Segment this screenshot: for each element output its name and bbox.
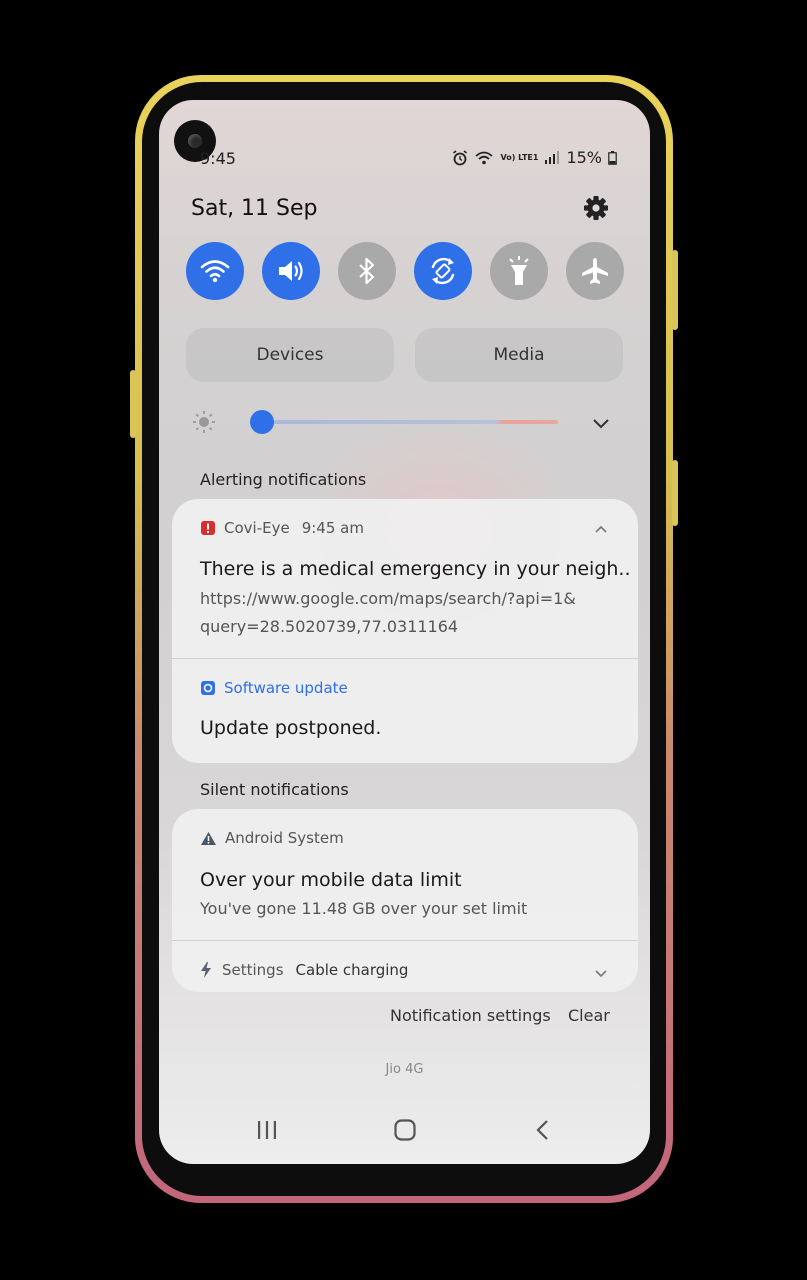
alerting-notifications-label: Alerting notifications bbox=[200, 470, 367, 489]
flashlight-toggle[interactable] bbox=[490, 242, 548, 300]
sound-toggle[interactable] bbox=[262, 242, 320, 300]
wifi-status-icon bbox=[475, 151, 494, 164]
home-icon[interactable] bbox=[393, 1118, 417, 1142]
flashlight-icon bbox=[509, 256, 529, 285]
wifi-icon bbox=[200, 260, 230, 283]
airplane-toggle[interactable] bbox=[566, 242, 624, 300]
battery-icon bbox=[608, 150, 617, 165]
date-label: Sat, 11 Sep bbox=[191, 196, 318, 221]
battery-percent: 15% bbox=[566, 148, 602, 167]
media-button[interactable]: Media bbox=[415, 328, 623, 382]
volume-button bbox=[130, 370, 136, 438]
brightness-sun-icon bbox=[193, 411, 215, 433]
android-system-app-name: Android System bbox=[225, 829, 344, 847]
signal-icon bbox=[545, 150, 560, 164]
power-button bbox=[672, 250, 678, 330]
settings-gear-icon[interactable] bbox=[582, 194, 610, 222]
android-system-body: You've gone 11.48 GB over your set limit bbox=[200, 899, 528, 918]
wifi-toggle[interactable] bbox=[186, 242, 244, 300]
devices-button[interactable]: Devices bbox=[186, 328, 394, 382]
android-system-title: Over your mobile data limit bbox=[200, 869, 462, 891]
auto-rotate-toggle[interactable] bbox=[414, 242, 472, 300]
settings-detail: Cable charging bbox=[295, 961, 409, 979]
covi-eye-title: There is a medical emergency in your nei… bbox=[200, 558, 631, 580]
silent-notifications-card: Android System Over your mobile data lim… bbox=[172, 809, 638, 992]
carrier-label: Jio 4G bbox=[385, 1062, 424, 1077]
collapse-chevron-icon[interactable] bbox=[594, 523, 608, 537]
status-time: 9:45 bbox=[200, 149, 236, 168]
android-system-notification[interactable]: Android System Over your mobile data lim… bbox=[172, 809, 638, 940]
covi-eye-body-line1: https://www.google.com/maps/search/?api=… bbox=[200, 589, 576, 608]
covi-eye-body-line2: query=28.5020739,77.0311164 bbox=[200, 617, 459, 636]
volume-icon bbox=[279, 261, 303, 281]
navigation-bar bbox=[159, 1110, 650, 1150]
software-update-icon bbox=[201, 681, 215, 695]
charging-bolt-icon bbox=[201, 962, 211, 978]
quick-settings-row bbox=[186, 242, 624, 300]
back-icon[interactable] bbox=[534, 1119, 554, 1141]
bluetooth-toggle[interactable] bbox=[338, 242, 396, 300]
rotate-icon bbox=[431, 257, 455, 285]
brightness-slider-thumb[interactable] bbox=[250, 410, 275, 434]
alarm-icon bbox=[453, 149, 468, 165]
bluetooth-icon bbox=[359, 257, 375, 285]
expand-chevron-icon[interactable] bbox=[594, 966, 608, 980]
clear-button[interactable]: Clear bbox=[568, 1006, 610, 1025]
covi-eye-time: 9:45 am bbox=[301, 519, 364, 537]
airplane-icon bbox=[582, 258, 608, 284]
covi-eye-app-name: Covi-Eye bbox=[224, 519, 290, 537]
volte-label: Vo) LTE1 bbox=[500, 152, 539, 162]
alert-icon bbox=[201, 521, 215, 535]
software-update-app-name: Software update bbox=[224, 679, 348, 697]
settings-notification[interactable]: Settings Cable charging bbox=[172, 941, 638, 992]
recent-apps-icon[interactable] bbox=[256, 1119, 278, 1141]
expand-brightness-chevron-icon[interactable] bbox=[592, 414, 610, 432]
brightness-slider-track[interactable] bbox=[250, 420, 558, 424]
settings-app-name: Settings bbox=[222, 961, 284, 979]
brightness-row bbox=[192, 406, 622, 440]
silent-notifications-label: Silent notifications bbox=[200, 780, 349, 799]
software-update-title: Update postponed. bbox=[200, 717, 382, 739]
notification-settings-button[interactable]: Notification settings bbox=[390, 1006, 551, 1025]
alerting-notifications-card: Covi-Eye 9:45 am There is a medical emer… bbox=[172, 499, 638, 763]
software-update-notification[interactable]: Software update Update postponed. bbox=[172, 659, 638, 763]
covi-eye-notification[interactable]: Covi-Eye 9:45 am There is a medical emer… bbox=[172, 499, 638, 658]
warning-icon bbox=[201, 831, 216, 845]
status-icons: Vo) LTE1 15% bbox=[452, 148, 617, 167]
side-key bbox=[672, 460, 678, 526]
